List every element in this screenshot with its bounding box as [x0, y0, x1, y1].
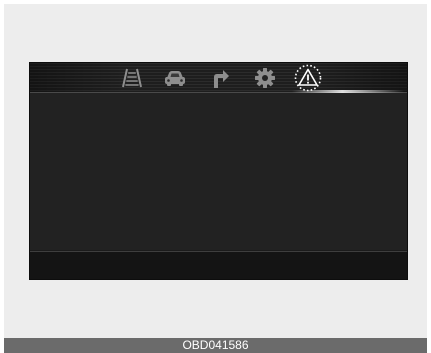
cluster-display	[29, 62, 408, 280]
warning-triangle-icon[interactable]	[294, 64, 322, 92]
bottom-strip	[30, 251, 407, 279]
menu-bar	[30, 63, 407, 93]
selected-item-highlight	[292, 90, 404, 93]
caption-bar: OBD041586	[4, 338, 427, 353]
figure-caption: OBD041586	[182, 338, 249, 352]
gear-icon[interactable]	[253, 66, 277, 90]
car-icon[interactable]	[163, 66, 187, 90]
content-area	[30, 93, 407, 250]
turn-arrow-icon[interactable]	[208, 66, 232, 90]
lane-road-icon[interactable]	[120, 66, 144, 90]
